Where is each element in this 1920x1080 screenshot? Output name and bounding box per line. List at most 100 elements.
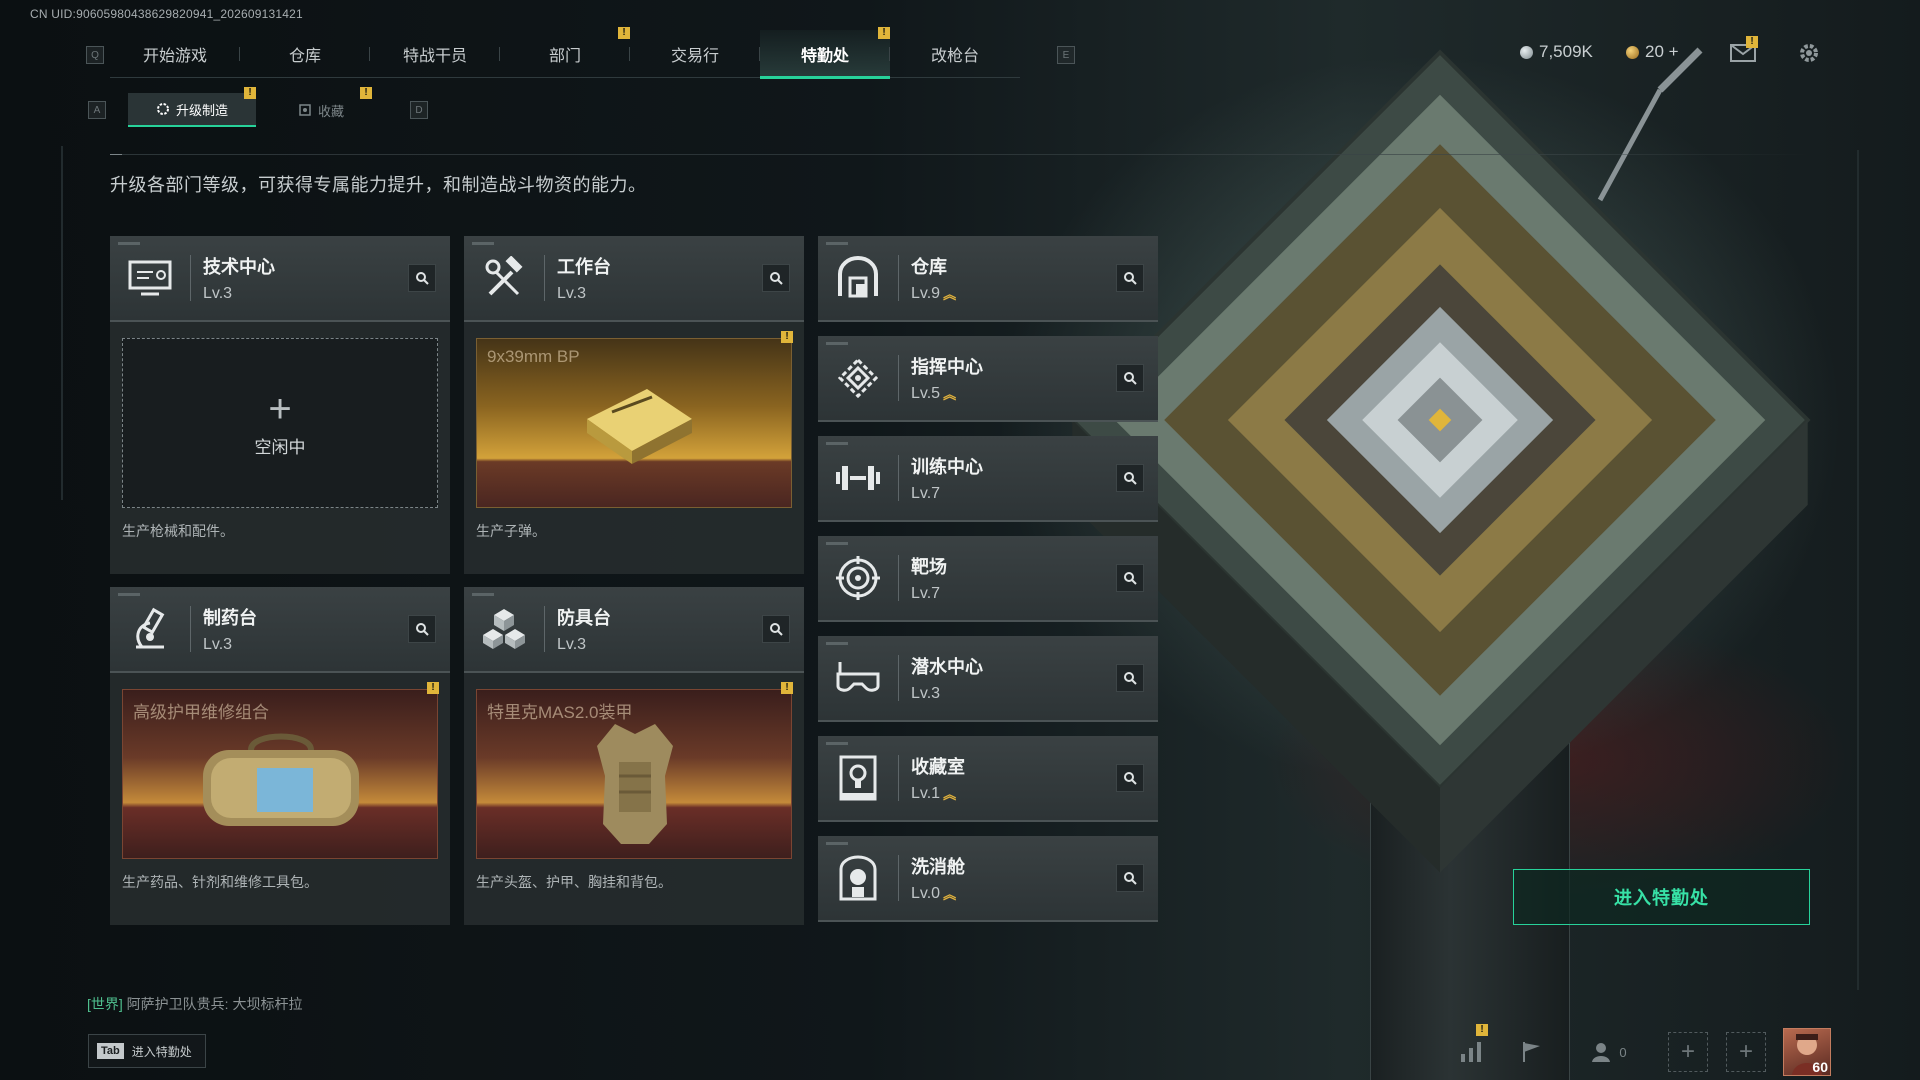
department-row-collection-room[interactable]: 收藏室 Lv.1 ︽ — [818, 736, 1158, 822]
search-button[interactable] — [408, 615, 436, 643]
workshop-header-workbench[interactable]: 工作台 Lv.3 — [464, 236, 804, 322]
silver-currency[interactable]: 7,509K — [1520, 42, 1593, 62]
production-slot-ammo[interactable]: 9x39mm BP ! — [476, 331, 793, 508]
dept-info: 收藏室 Lv.1 ︽ — [911, 753, 1116, 803]
search-icon — [416, 623, 429, 636]
dept-level: Lv.9 ︽ — [911, 285, 1116, 303]
dept-info: 训练中心 Lv.7 — [911, 453, 1116, 503]
tab-key: Tab — [97, 1043, 124, 1059]
workshop-header-pharmacy[interactable]: 制药台 Lv.3 — [110, 587, 450, 673]
world-chat-line[interactable]: [世界] 阿萨护卫队贵兵: 大坝标杆拉 — [87, 994, 302, 1014]
dept-name: 工作台 — [557, 257, 611, 277]
subtab-collection[interactable]: 收藏 ! — [270, 87, 373, 127]
tab-gunsmith[interactable]: 改枪台 — [890, 30, 1020, 78]
workshop-caption: 生产枪械和配件。 — [122, 523, 234, 539]
department-row-diving-center[interactable]: 潜水中心 Lv.3 — [818, 636, 1158, 722]
search-button[interactable] — [1116, 764, 1144, 792]
active-tab-indicator — [760, 76, 890, 79]
mail-icon[interactable]: ! — [1728, 36, 1758, 68]
item-name: 9x39mm BP — [487, 347, 580, 366]
level-text: Lv.7 — [911, 485, 941, 502]
workshop-header-tech-center[interactable]: 技术中心 Lv.3 — [110, 236, 450, 322]
separator — [898, 255, 899, 301]
workshop-caption: 生产头盔、护甲、胸挂和背包。 — [476, 874, 672, 890]
dept-level: Lv.1 ︽ — [911, 785, 1116, 803]
tab-warehouse[interactable]: 仓库 — [240, 30, 370, 78]
plus-icon: + — [1680, 1038, 1695, 1065]
body-armor-icon — [597, 724, 673, 844]
search-button[interactable] — [1116, 864, 1144, 892]
player-avatar[interactable]: 60 — [1783, 1028, 1831, 1076]
decor-tag — [472, 593, 494, 596]
upgrade-available-icon: ︽ — [943, 386, 957, 402]
settings-gear-icon[interactable] — [1794, 38, 1824, 68]
dept-name: 训练中心 — [911, 457, 983, 477]
decor-tag — [826, 342, 848, 345]
tab-trade[interactable]: 交易行 — [630, 30, 760, 78]
friends-count: 0 — [1619, 1044, 1627, 1060]
production-slot-medical[interactable]: 高级护甲维修组合 ! — [122, 682, 439, 859]
alert-badge: ! — [360, 87, 373, 99]
stats-icon[interactable]: ! — [1452, 1024, 1492, 1072]
dept-level: Lv.3 — [557, 285, 762, 303]
dept-level: Lv.3 — [911, 685, 1116, 703]
tab-start-game[interactable]: 开始游戏 — [110, 30, 240, 78]
dept-level: Lv.3 — [203, 636, 408, 654]
subtab-label: 收藏 — [318, 103, 345, 119]
department-row-decontamination[interactable]: 洗消舱 Lv.0 ︽ — [818, 836, 1158, 922]
flag-icon[interactable] — [1512, 1032, 1552, 1072]
add-party-slot-1[interactable]: + — [1668, 1032, 1708, 1072]
search-button[interactable] — [762, 264, 790, 292]
upgrade-available-icon: ︽ — [943, 286, 957, 302]
repair-kit-bag-icon — [203, 733, 359, 826]
department-row-shooting-range[interactable]: 靶场 Lv.7 — [818, 536, 1158, 622]
dept-info: 防具台 Lv.3 — [557, 604, 762, 654]
dept-info: 指挥中心 Lv.5 ︽ — [911, 353, 1116, 403]
search-button[interactable] — [408, 264, 436, 292]
department-row-command-center[interactable]: 指挥中心 Lv.5 ︽ — [818, 336, 1158, 422]
tab-operators[interactable]: 特战干员 — [370, 30, 500, 78]
divider — [110, 154, 1810, 155]
search-button[interactable] — [1116, 364, 1144, 392]
tab-departments[interactable]: 部门 ! — [500, 27, 630, 78]
dept-level: Lv.3 — [203, 285, 408, 303]
tab-special-ops[interactable]: 特勤处 ! — [760, 27, 890, 79]
tab-label: 仓库 — [288, 48, 321, 65]
tab-key-hint[interactable]: Tab 进入特勤处 — [88, 1034, 206, 1068]
nav-next-key-hint: E — [1057, 46, 1075, 64]
search-button[interactable] — [1116, 564, 1144, 592]
search-button[interactable] — [1116, 264, 1144, 292]
gold-currency[interactable]: 20 + — [1626, 42, 1679, 62]
dept-name: 指挥中心 — [911, 357, 983, 377]
alert-badge: ! — [618, 27, 630, 39]
department-row-warehouse[interactable]: 仓库 Lv.9 ︽ — [818, 236, 1158, 322]
search-icon — [1124, 872, 1137, 885]
dept-level: Lv.7 — [911, 585, 1116, 603]
search-button[interactable] — [1116, 664, 1144, 692]
separator — [544, 606, 545, 652]
production-slot-armor[interactable]: 特里克MAS2.0装甲 ! — [476, 682, 793, 859]
dept-name: 收藏室 — [911, 757, 965, 777]
player-level: 60 — [1812, 1059, 1828, 1075]
search-icon — [1124, 372, 1137, 385]
search-button[interactable] — [1116, 464, 1144, 492]
ammo-box-icon — [587, 389, 692, 464]
dept-name: 潜水中心 — [911, 657, 983, 677]
dept-name: 防具台 — [557, 608, 611, 628]
department-row-training-center[interactable]: 训练中心 Lv.7 — [818, 436, 1158, 522]
upgrade-available-icon: ︽ — [943, 786, 957, 802]
level-text: Lv.3 — [203, 285, 233, 302]
search-icon — [416, 272, 429, 285]
enter-special-ops-button[interactable]: 进入特勤处 — [1513, 869, 1810, 925]
subtab-upgrade-craft[interactable]: 升级制造 ! — [128, 87, 257, 127]
search-button[interactable] — [762, 615, 790, 643]
search-icon — [770, 272, 783, 285]
separator — [898, 755, 899, 801]
friends-button[interactable]: 0 — [1584, 1032, 1634, 1072]
workshop-header-armor[interactable]: 防具台 Lv.3 — [464, 587, 804, 673]
add-party-slot-2[interactable]: + — [1726, 1032, 1766, 1072]
search-icon — [1124, 672, 1137, 685]
production-slot-idle[interactable]: + 空闲中 — [122, 338, 438, 508]
dumbbell-icon — [818, 435, 898, 521]
microscope-icon — [110, 586, 190, 672]
